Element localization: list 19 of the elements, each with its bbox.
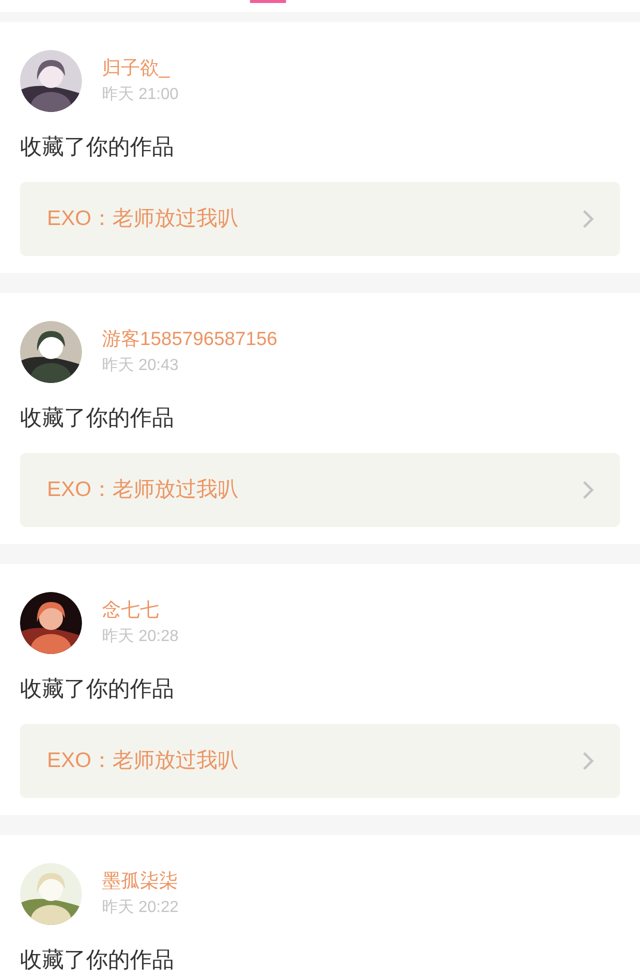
work-link[interactable]: EXO：老师放过我叭	[20, 182, 620, 256]
notification-message: 收藏了你的作品	[20, 404, 175, 432]
timestamp: 昨天 20:28	[102, 628, 178, 646]
timestamp: 昨天 20:43	[102, 357, 180, 375]
timestamp: 昨天 21:00	[102, 86, 178, 104]
chevron-right-icon	[582, 751, 594, 771]
user-name[interactable]: 游客1585796587156	[102, 329, 278, 351]
user-name[interactable]: 归子欲_	[102, 58, 178, 80]
tab-indicator	[250, 0, 286, 3]
notification-message: 收藏了你的作品	[20, 946, 175, 974]
chevron-right-icon	[582, 480, 594, 500]
notification-message: 收藏了你的作品	[20, 675, 175, 703]
notification-message: 收藏了你的作品	[20, 133, 175, 161]
work-link[interactable]: EXO：老师放过我叭	[20, 453, 620, 527]
user-name[interactable]: 墨孤柒柒	[102, 871, 178, 893]
chevron-right-icon	[582, 209, 594, 229]
timestamp: 昨天 20:22	[102, 899, 178, 917]
work-link[interactable]: EXO：老师放过我叭	[20, 724, 620, 798]
user-name[interactable]: 念七七	[102, 600, 178, 622]
